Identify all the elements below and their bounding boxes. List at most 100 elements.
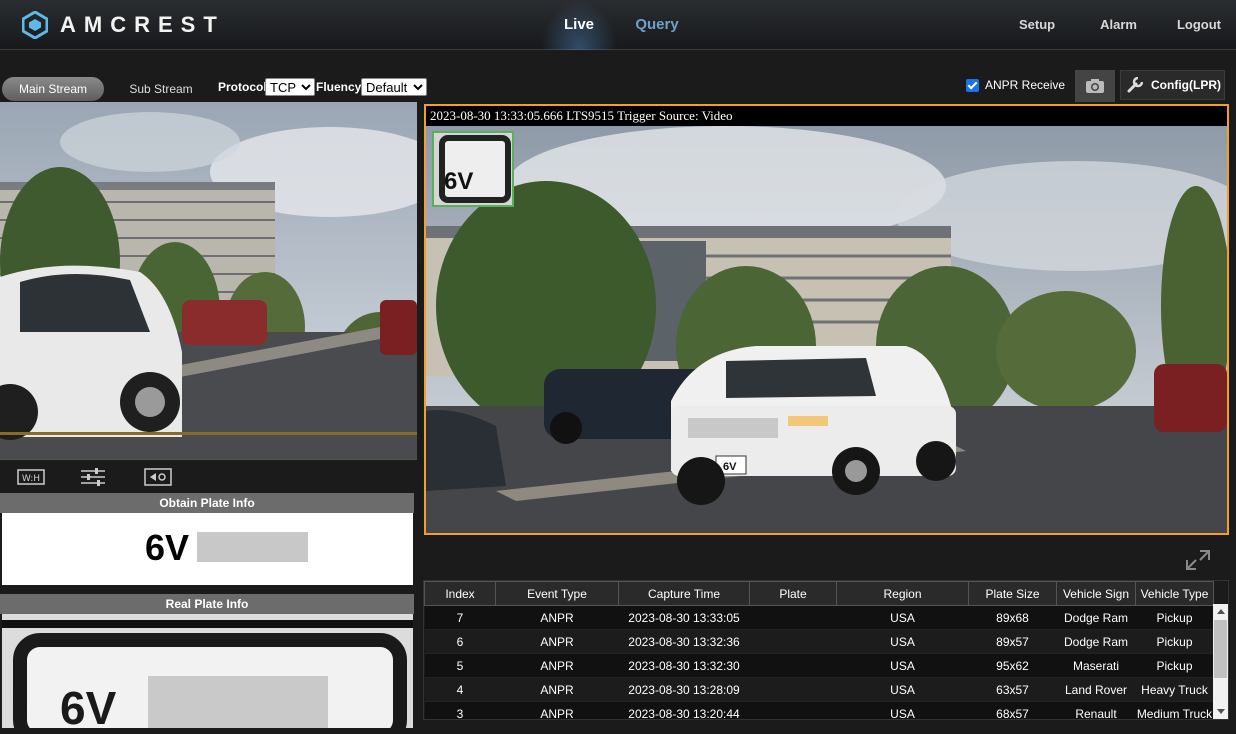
obtained-plate-text: 6V	[145, 527, 190, 568]
cell-index: 6	[424, 629, 496, 654]
fluency-select[interactable]: Default	[361, 78, 427, 96]
obtained-plate-box: 6V	[2, 513, 413, 585]
live-view-controls: W:H	[0, 462, 417, 492]
cell-plate-size: 68x57	[968, 701, 1057, 719]
sub-stream-button[interactable]: Sub Stream	[110, 77, 212, 101]
live-scene-image	[0, 102, 417, 459]
live-camera-view[interactable]	[0, 102, 417, 460]
cell-region: USA	[836, 677, 969, 702]
setup-link[interactable]: Setup	[1019, 0, 1055, 50]
cell-plate	[749, 629, 837, 654]
cell-vehicle-sign: Renault	[1056, 701, 1136, 719]
main-stream-button[interactable]: Main Stream	[2, 77, 104, 101]
cell-event-type: ANPR	[495, 629, 619, 654]
table-row[interactable]: 3 ANPR 2023-08-30 13:20:44 USA 68x57 Ren…	[424, 701, 1214, 719]
cell-plate	[749, 701, 837, 719]
plate-redaction	[197, 532, 308, 562]
logout-link[interactable]: Logout	[1177, 0, 1221, 50]
col-vehicle-sign[interactable]: Vehicle Sign	[1056, 581, 1136, 606]
nav-right-links: Setup Alarm Logout	[1019, 0, 1236, 50]
anpr-receive-checkbox[interactable]	[966, 78, 979, 92]
main-nav: Live Query	[540, 0, 696, 50]
cell-plate	[749, 605, 837, 630]
cell-index: 7	[424, 605, 496, 630]
cell-plate	[749, 677, 837, 702]
cell-region: USA	[836, 605, 969, 630]
col-vehicle-type[interactable]: Vehicle Type	[1135, 581, 1214, 606]
anpr-receive-toggle[interactable]: ANPR Receive	[966, 78, 1065, 92]
cell-region: USA	[836, 701, 969, 719]
cell-vehicle-type: Pickup	[1135, 629, 1214, 654]
cell-index: 4	[424, 677, 496, 702]
ptz-icon[interactable]	[143, 467, 173, 487]
cell-event-type: ANPR	[495, 701, 619, 719]
anpr-events-table: Index Event Type Capture Time Plate Regi…	[423, 580, 1229, 720]
stream-toolbar: Main Stream Sub Stream Protocol TCP Flue…	[0, 70, 1236, 102]
cell-index: 5	[424, 653, 496, 678]
cell-event-type: ANPR	[495, 653, 619, 678]
cell-vehicle-sign: Maserati	[1056, 653, 1136, 678]
cell-event-type: ANPR	[495, 605, 619, 630]
cell-vehicle-sign: Land Rover	[1056, 677, 1136, 702]
protocol-select[interactable]: TCP	[265, 78, 315, 96]
scroll-thumb[interactable]	[1214, 620, 1227, 678]
cell-vehicle-type: Medium Truck	[1135, 701, 1214, 719]
col-plate[interactable]: Plate	[749, 581, 837, 606]
cell-index: 3	[424, 701, 496, 719]
amcrest-logo: AMCREST	[21, 10, 225, 40]
col-plate-size[interactable]: Plate Size	[968, 581, 1057, 606]
real-plate-text: 6V	[60, 682, 117, 728]
cell-vehicle-type: Pickup	[1135, 653, 1214, 678]
anpr-scene-image: 6V	[426, 106, 1227, 533]
svg-text:W:H: W:H	[22, 474, 40, 484]
cell-capture-time: 2023-08-30 13:32:30	[618, 653, 750, 678]
col-event-type[interactable]: Event Type	[495, 581, 619, 606]
scroll-up-icon[interactable]	[1217, 609, 1225, 614]
table-header-row: Index Event Type Capture Time Plate Regi…	[424, 581, 1214, 606]
col-index[interactable]: Index	[424, 581, 496, 606]
config-lpr-button[interactable]: Config(LPR)	[1120, 70, 1225, 100]
cell-region: USA	[836, 629, 969, 654]
expand-icon[interactable]	[1184, 548, 1212, 572]
inset-plate-text: 6V	[444, 168, 473, 195]
cell-region: USA	[836, 653, 969, 678]
cell-capture-time: 2023-08-30 13:33:05	[618, 605, 750, 630]
top-navigation-bar: AMCREST Live Query Setup Alarm Logout	[0, 0, 1236, 50]
wrench-icon	[1127, 77, 1143, 93]
table-scrollbar[interactable]	[1213, 604, 1228, 719]
cell-event-type: ANPR	[495, 677, 619, 702]
cell-vehicle-sign: Dodge Ram	[1056, 629, 1136, 654]
cell-capture-time: 2023-08-30 13:28:09	[618, 677, 750, 702]
anpr-receive-label: ANPR Receive	[985, 78, 1066, 92]
table-row[interactable]: 4 ANPR 2023-08-30 13:28:09 USA 63x57 Lan…	[424, 677, 1214, 702]
anpr-capture-view[interactable]: 6V 2023-08-30 13:33:05.666 LTS9515 Trigg…	[424, 104, 1229, 535]
cell-vehicle-type: Pickup	[1135, 605, 1214, 630]
plate-crop-inset: 6V	[432, 131, 514, 207]
table-row[interactable]: 7 ANPR 2023-08-30 13:33:05 USA 89x68 Dod…	[424, 605, 1214, 630]
car-plate-text: 6V	[723, 461, 737, 473]
cell-plate-size: 89x57	[968, 629, 1057, 654]
col-region[interactable]: Region	[836, 581, 969, 606]
alarm-link[interactable]: Alarm	[1100, 0, 1137, 50]
real-plate-info-header: Real Plate Info	[0, 594, 414, 614]
tab-live[interactable]: Live	[540, 0, 618, 50]
table-row[interactable]: 6 ANPR 2023-08-30 13:32:36 USA 89x57 Dod…	[424, 629, 1214, 654]
sliders-icon[interactable]	[78, 467, 108, 487]
camera-icon	[1086, 79, 1104, 93]
amcrest-logo-icon	[21, 10, 49, 40]
cell-vehicle-type: Heavy Truck	[1135, 677, 1214, 702]
scroll-down-icon[interactable]	[1217, 709, 1225, 714]
table-row[interactable]: 5 ANPR 2023-08-30 13:32:30 USA 95x62 Mas…	[424, 653, 1214, 678]
wh-icon[interactable]: W:H	[16, 467, 46, 487]
cell-capture-time: 2023-08-30 13:32:36	[618, 629, 750, 654]
protocol-label: Protocol	[218, 80, 267, 94]
cell-plate-size: 95x62	[968, 653, 1057, 678]
cell-plate-size: 63x57	[968, 677, 1057, 702]
config-lpr-label: Config(LPR)	[1151, 78, 1221, 92]
real-plate-image: 6V	[2, 614, 413, 728]
cell-capture-time: 2023-08-30 13:20:44	[618, 701, 750, 719]
col-capture-time[interactable]: Capture Time	[618, 581, 750, 606]
snapshot-button[interactable]	[1075, 70, 1115, 102]
tab-query[interactable]: Query	[618, 0, 696, 50]
capture-osd-text: 2023-08-30 13:33:05.666 LTS9515 Trigger …	[430, 108, 733, 123]
